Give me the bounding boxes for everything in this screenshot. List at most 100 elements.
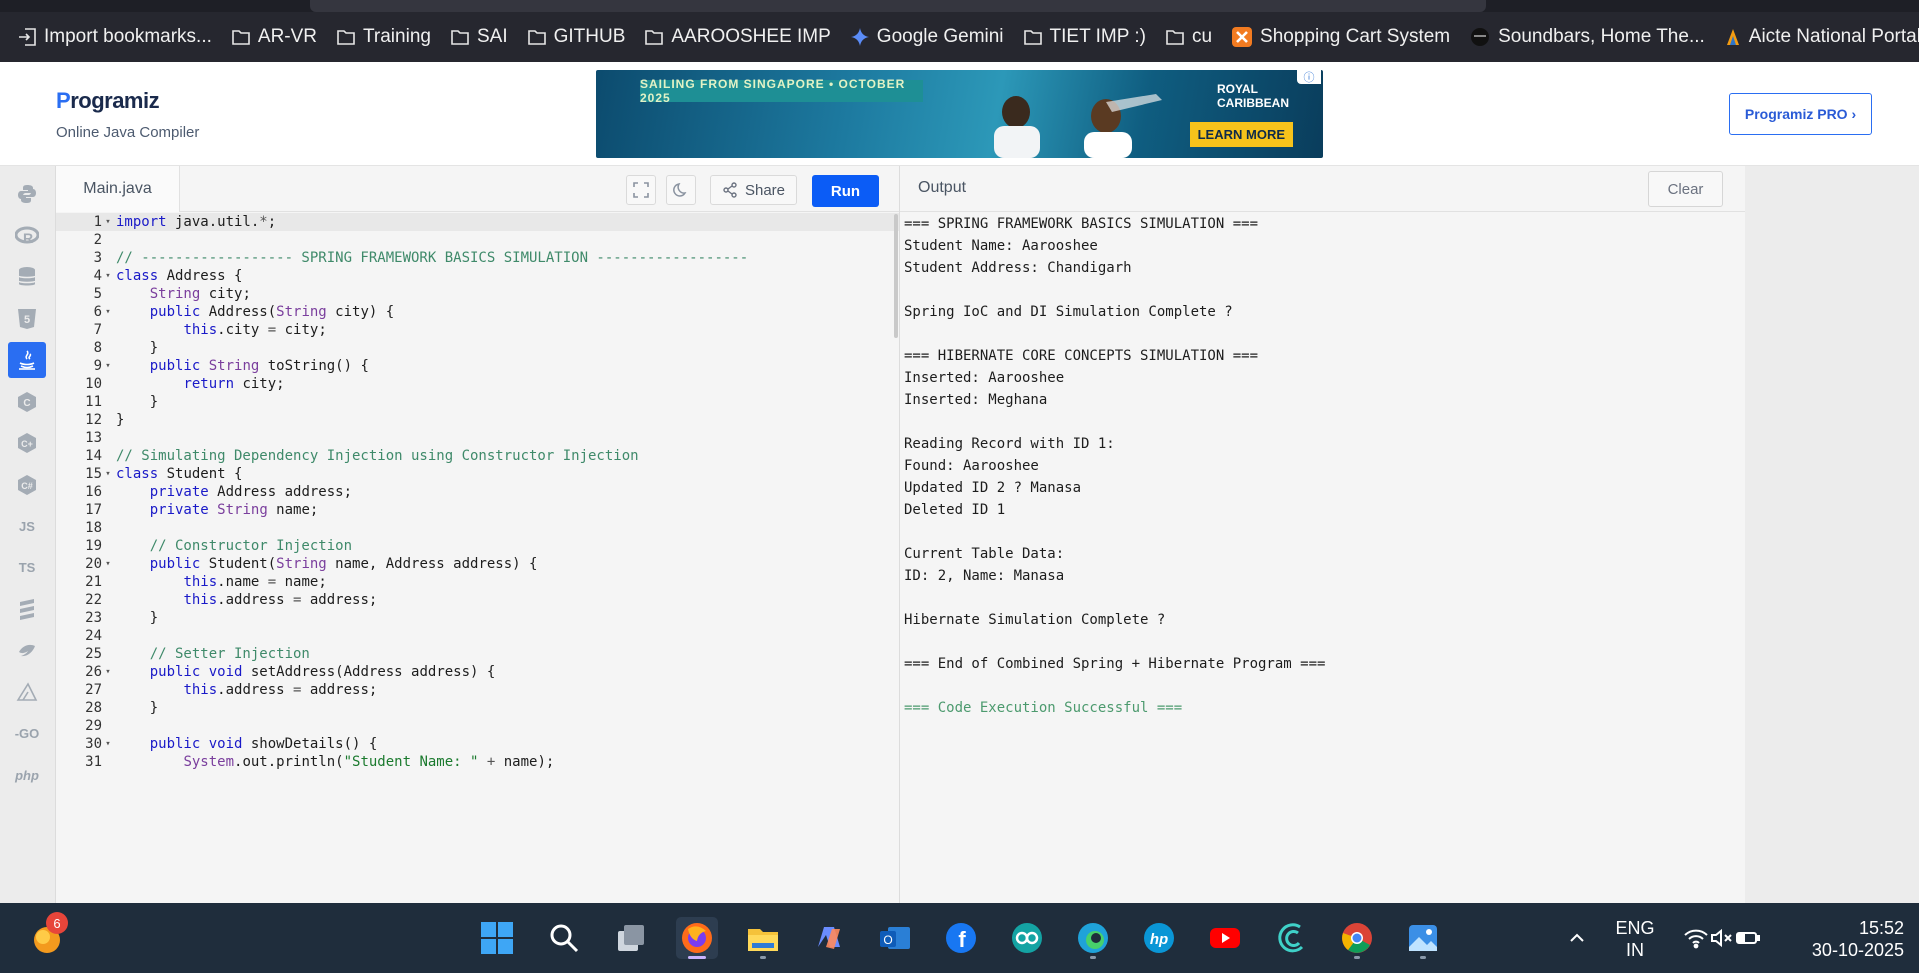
- ad-info-icon[interactable]: ⓘ: [1297, 70, 1321, 84]
- code-line[interactable]: 15 ▾ class Student {: [56, 465, 899, 483]
- firefox-icon[interactable]: [676, 917, 718, 959]
- ad-banner[interactable]: SAILING FROM SINGAPORE • OCTOBER 2025 RO…: [596, 70, 1323, 158]
- fold-arrow-icon[interactable]: ▾: [102, 271, 114, 281]
- bookmark-item[interactable]: TIET IMP :): [1023, 26, 1146, 48]
- code-line[interactable]: 27 this.address = address;: [56, 681, 899, 699]
- code-line[interactable]: 1 ▾ import java.util.*;: [56, 213, 899, 231]
- bookmark-item[interactable]: Training: [337, 26, 431, 48]
- editor-scrollbar[interactable]: [894, 214, 898, 338]
- bookmark-item[interactable]: Google Gemini: [850, 26, 1004, 48]
- youtube-icon[interactable]: [1204, 917, 1246, 959]
- file-explorer-icon[interactable]: [742, 917, 784, 959]
- code-line[interactable]: 30 ▾ public void showDetails() {: [56, 735, 899, 753]
- clear-button[interactable]: Clear: [1648, 171, 1723, 207]
- js-icon[interactable]: JS: [8, 508, 46, 544]
- bookmark-item[interactable]: cu: [1166, 26, 1212, 48]
- fold-arrow-icon[interactable]: ▾: [102, 307, 114, 317]
- code-area[interactable]: 1 ▾ import java.util.*; 2 3// --------------…: [56, 213, 899, 903]
- bookmark-item[interactable]: SAI: [451, 26, 508, 48]
- run-button[interactable]: Run: [812, 175, 879, 207]
- copilot-icon[interactable]: [808, 917, 850, 959]
- html-icon[interactable]: 5: [8, 301, 46, 337]
- clock[interactable]: 15:52 30-10-2025: [1780, 917, 1904, 961]
- task-view-icon[interactable]: [610, 917, 652, 959]
- code-line[interactable]: 26 ▾ public void setAddress(Address addre…: [56, 663, 899, 681]
- csharp-icon[interactable]: C#: [8, 467, 46, 503]
- active-tab[interactable]: [310, 0, 1486, 12]
- code-line[interactable]: 8 }: [56, 339, 899, 357]
- python-icon[interactable]: [8, 176, 46, 212]
- code-line[interactable]: 19 // Constructor Injection: [56, 537, 899, 555]
- code-line[interactable]: 29: [56, 717, 899, 735]
- swift-icon[interactable]: [8, 633, 46, 669]
- code-line[interactable]: 11 }: [56, 393, 899, 411]
- fold-arrow-icon[interactable]: ▾: [102, 217, 114, 227]
- code-line[interactable]: 31 System.out.println("Student Name: " +…: [56, 753, 899, 771]
- stack-icon[interactable]: [8, 591, 46, 627]
- system-tray[interactable]: [1672, 917, 1772, 959]
- hp-icon[interactable]: hp: [1138, 917, 1180, 959]
- sql-icon[interactable]: [8, 259, 46, 295]
- code-line[interactable]: 23 }: [56, 609, 899, 627]
- cpp-icon[interactable]: C+: [8, 425, 46, 461]
- code-line[interactable]: 4 ▾ class Address {: [56, 267, 899, 285]
- code-line[interactable]: 16 private Address address;: [56, 483, 899, 501]
- file-tab-main[interactable]: Main.java: [56, 166, 180, 212]
- code-line[interactable]: 5 String city;: [56, 285, 899, 303]
- code-line[interactable]: 9 ▾ public String toString() {: [56, 357, 899, 375]
- php-icon[interactable]: php: [8, 757, 46, 793]
- code-line[interactable]: 7 this.city = city;: [56, 321, 899, 339]
- code-line[interactable]: 6 ▾ public Address(String city) {: [56, 303, 899, 321]
- bookmark-item[interactable]: AAROOSHEE IMP: [645, 26, 831, 48]
- java-icon[interactable]: [8, 342, 46, 378]
- code-line[interactable]: 13: [56, 429, 899, 447]
- code-line[interactable]: 14 // Simulating Dependency Injection usi…: [56, 447, 899, 465]
- code-line[interactable]: 28 }: [56, 699, 899, 717]
- go-icon[interactable]: -GO: [8, 716, 46, 752]
- code-line[interactable]: 2: [56, 231, 899, 249]
- line-number: 13: [85, 430, 102, 446]
- bookmark-item[interactable]: AR-VR: [232, 26, 317, 48]
- programiz-pro-button[interactable]: Programiz PRO ›: [1729, 93, 1872, 135]
- r-icon[interactable]: R: [8, 218, 46, 254]
- start-icon[interactable]: [476, 917, 518, 959]
- fold-arrow-icon[interactable]: ▾: [102, 559, 114, 569]
- bookmark-item[interactable]: Aicte National Portal -...: [1725, 26, 1919, 48]
- code-line[interactable]: 17 private String name;: [56, 501, 899, 519]
- code-line[interactable]: 22 this.address = address;: [56, 591, 899, 609]
- c-icon[interactable]: C: [8, 384, 46, 420]
- ts-icon[interactable]: TS: [8, 550, 46, 586]
- arduino-icon[interactable]: [1006, 917, 1048, 959]
- chevron-up-icon[interactable]: [1556, 917, 1598, 959]
- code-line[interactable]: 18: [56, 519, 899, 537]
- bookmark-item[interactable]: Import bookmarks...: [18, 26, 212, 48]
- edge-icon[interactable]: [1072, 917, 1114, 959]
- fullscreen-button[interactable]: [626, 175, 656, 205]
- language-indicator[interactable]: ENG IN: [1610, 917, 1660, 961]
- ad-learn-more-button[interactable]: LEARN MORE: [1189, 122, 1293, 147]
- bookmark-item[interactable]: Soundbars, Home The...: [1470, 26, 1705, 48]
- app-wave-icon[interactable]: [1270, 917, 1312, 959]
- search-icon[interactable]: [543, 917, 585, 959]
- fold-arrow-icon[interactable]: ▾: [102, 469, 114, 479]
- code-line[interactable]: 20 ▾ public Student(String name, Address …: [56, 555, 899, 573]
- chrome-icon[interactable]: [1336, 917, 1378, 959]
- bookmark-item[interactable]: GITHUB: [527, 26, 625, 48]
- code-line[interactable]: 10 return city;: [56, 375, 899, 393]
- facebook-icon[interactable]: f: [940, 917, 982, 959]
- code-line[interactable]: 25 // Setter Injection: [56, 645, 899, 663]
- fold-arrow-icon[interactable]: ▾: [102, 667, 114, 677]
- code-line[interactable]: 12}: [56, 411, 899, 429]
- share-button[interactable]: Share: [710, 175, 797, 205]
- fold-arrow-icon[interactable]: ▾: [102, 361, 114, 371]
- programiz-logo[interactable]: Programiz: [56, 88, 160, 114]
- code-line[interactable]: 21 this.name = name;: [56, 573, 899, 591]
- dark-mode-button[interactable]: [666, 175, 696, 205]
- photos-icon[interactable]: [1402, 917, 1444, 959]
- code-line[interactable]: 3 // ------------------ SPRING FRAMEWORK …: [56, 249, 899, 267]
- fold-arrow-icon[interactable]: ▾: [102, 739, 114, 749]
- code-line[interactable]: 24: [56, 627, 899, 645]
- outlook-icon[interactable]: O: [874, 917, 916, 959]
- bookmark-item[interactable]: Shopping Cart System: [1232, 26, 1450, 48]
- kotlin-icon[interactable]: [8, 674, 46, 710]
